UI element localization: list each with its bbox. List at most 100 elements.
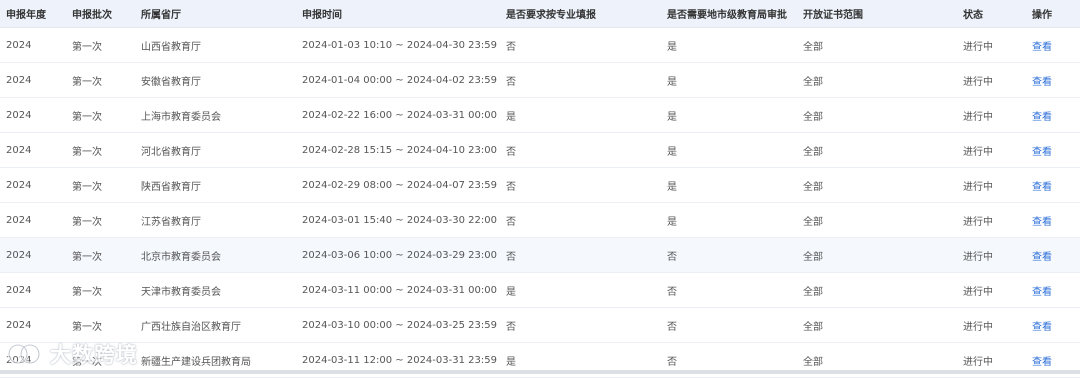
cell-province: 上海市教育委员会 (141, 111, 221, 123)
cell-action: 查看 (1032, 168, 1078, 202)
cell-time: 2024-03-06 10:00 ~ 2024-03-29 23:00 (302, 249, 497, 261)
cell-province: 天津市教育委员会 (141, 286, 221, 298)
cell-year: 2024 (6, 249, 32, 261)
header-province: 所属省厅 (141, 10, 181, 21)
table-row: 2024 第一次 河北省教育厅 2024-02-28 15:15 ~ 2024-04-… (0, 133, 1080, 168)
cell-year: 2024 (6, 284, 32, 296)
view-link[interactable]: 查看 (1032, 73, 1052, 88)
cell-cert-scope: 全部 (803, 286, 823, 298)
cell-city-approval: 是 (667, 146, 677, 158)
view-link[interactable]: 查看 (1032, 143, 1052, 158)
cell-year: 2024 (6, 74, 32, 86)
cell-city-approval: 是 (667, 76, 677, 88)
cell-year: 2024 (6, 319, 32, 331)
cell-time: 2024-03-10 00:00 ~ 2024-03-25 23:59 (302, 319, 497, 331)
cell-cert-scope: 全部 (803, 251, 823, 263)
cell-by-major: 否 (506, 216, 516, 228)
header-city-approval: 是否需要地市级教育局审批 (667, 10, 787, 21)
cell-status: 进行中 (963, 321, 993, 333)
cell-city-approval: 是 (667, 41, 677, 53)
cell-province: 安徽省教育厅 (141, 76, 201, 88)
cell-batch: 第一次 (72, 146, 102, 158)
cell-batch: 第一次 (72, 111, 102, 123)
cell-cert-scope: 全部 (803, 181, 823, 193)
cell-province: 北京市教育委员会 (141, 251, 221, 263)
table-row: 2024 第一次 安徽省教育厅 2024-01-04 00:00 ~ 2024-04-… (0, 63, 1080, 98)
cell-action: 查看 (1032, 28, 1078, 62)
cell-status: 进行中 (963, 111, 993, 123)
horizontal-scrollbar[interactable] (0, 370, 1080, 374)
cell-cert-scope: 全部 (803, 76, 823, 88)
view-link[interactable]: 查看 (1032, 108, 1052, 123)
cell-cert-scope: 全部 (803, 111, 823, 123)
cell-batch: 第一次 (72, 76, 102, 88)
cell-province: 江苏省教育厅 (141, 216, 201, 228)
table-row: 2024 第一次 陕西省教育厅 2024-02-29 08:00 ~ 2024-04-… (0, 168, 1080, 203)
view-link[interactable]: 查看 (1032, 38, 1052, 53)
cell-by-major: 否 (506, 251, 516, 263)
cell-status: 进行中 (963, 41, 993, 53)
cell-time: 2024-02-22 16:00 ~ 2024-03-31 00:00 (302, 109, 497, 121)
cell-cert-scope: 全部 (803, 321, 823, 333)
header-by-major: 是否要求按专业填报 (506, 10, 596, 21)
cell-by-major: 是 (506, 111, 516, 123)
cell-action: 查看 (1032, 133, 1078, 167)
view-link[interactable]: 查看 (1032, 283, 1052, 298)
cell-province: 河北省教育厅 (141, 146, 201, 158)
view-link[interactable]: 查看 (1032, 248, 1052, 263)
cell-year: 2024 (6, 39, 32, 51)
cell-city-approval: 是 (667, 181, 677, 193)
cell-status: 进行中 (963, 76, 993, 88)
cell-cert-scope: 全部 (803, 216, 823, 228)
cell-time: 2024-01-03 10:10 ~ 2024-04-30 23:59 (302, 39, 497, 51)
cell-by-major: 否 (506, 321, 516, 333)
cell-status: 进行中 (963, 286, 993, 298)
header-time: 申报时间 (302, 10, 342, 21)
table-row: 2024 第一次 山西省教育厅 2024-01-03 10:10 ~ 2024-04-… (0, 28, 1080, 63)
cell-time: 2024-02-28 15:15 ~ 2024-04-10 23:00 (302, 144, 497, 156)
cell-by-major: 是 (506, 286, 516, 298)
cell-batch: 第一次 (72, 216, 102, 228)
cell-province: 陕西省教育厅 (141, 181, 201, 193)
declaration-table: 申报年度 申报批次 所属省厅 申报时间 是否要求按专业填报 是否需要地市级教育局… (0, 0, 1080, 378)
cell-city-approval: 是 (667, 111, 677, 123)
cell-city-approval: 否 (667, 286, 677, 298)
cell-status: 进行中 (963, 251, 993, 263)
cell-status: 进行中 (963, 181, 993, 193)
view-link[interactable]: 查看 (1032, 318, 1052, 333)
table-row: 2024 第一次 上海市教育委员会 2024-02-22 16:00 ~ 2024-0… (0, 98, 1080, 133)
cell-city-approval: 否 (667, 251, 677, 263)
cell-city-approval: 是 (667, 216, 677, 228)
cell-year: 2024 (6, 214, 32, 226)
cell-action: 查看 (1032, 203, 1078, 237)
table-row: 2024 第一次 广西壮族自治区教育厅 2024-03-10 00:00 ~ 2024… (0, 308, 1080, 343)
cell-year: 2024 (6, 144, 32, 156)
cell-action: 查看 (1032, 273, 1078, 307)
view-link[interactable]: 查看 (1032, 353, 1052, 368)
cell-status: 进行中 (963, 216, 993, 228)
header-batch: 申报批次 (72, 10, 112, 21)
cell-province: 山西省教育厅 (141, 41, 201, 53)
cell-status: 进行中 (963, 146, 993, 158)
cell-batch: 第一次 (72, 41, 102, 53)
view-link[interactable]: 查看 (1032, 178, 1052, 193)
table-row: 2024 第一次 北京市教育委员会 2024-03-06 10:00 ~ 2024-0… (0, 238, 1080, 273)
cell-by-major: 否 (506, 41, 516, 53)
header-year: 申报年度 (6, 10, 46, 21)
table-header: 申报年度 申报批次 所属省厅 申报时间 是否要求按专业填报 是否需要地市级教育局… (0, 0, 1080, 28)
cell-batch: 第一次 (72, 251, 102, 263)
cell-by-major: 否 (506, 181, 516, 193)
cell-cert-scope: 全部 (803, 41, 823, 53)
cell-action: 查看 (1032, 308, 1078, 342)
cell-cert-scope: 全部 (803, 146, 823, 158)
table-row: 2024 第一次 天津市教育委员会 2024-03-11 00:00 ~ 2024-0… (0, 273, 1080, 308)
cell-time: 2024-03-01 15:40 ~ 2024-03-30 22:00 (302, 214, 497, 226)
cell-time: 2024-02-29 08:00 ~ 2024-04-07 23:59 (302, 179, 497, 191)
table-body: 2024 第一次 山西省教育厅 2024-01-03 10:10 ~ 2024-04-… (0, 28, 1080, 378)
cell-city-approval: 否 (667, 321, 677, 333)
cell-year: 2024 (6, 179, 32, 191)
header-cert-scope: 开放证书范围 (803, 10, 863, 21)
view-link[interactable]: 查看 (1032, 213, 1052, 228)
cell-time: 2024-01-04 00:00 ~ 2024-04-02 23:59 (302, 74, 497, 86)
cell-by-major: 否 (506, 76, 516, 88)
